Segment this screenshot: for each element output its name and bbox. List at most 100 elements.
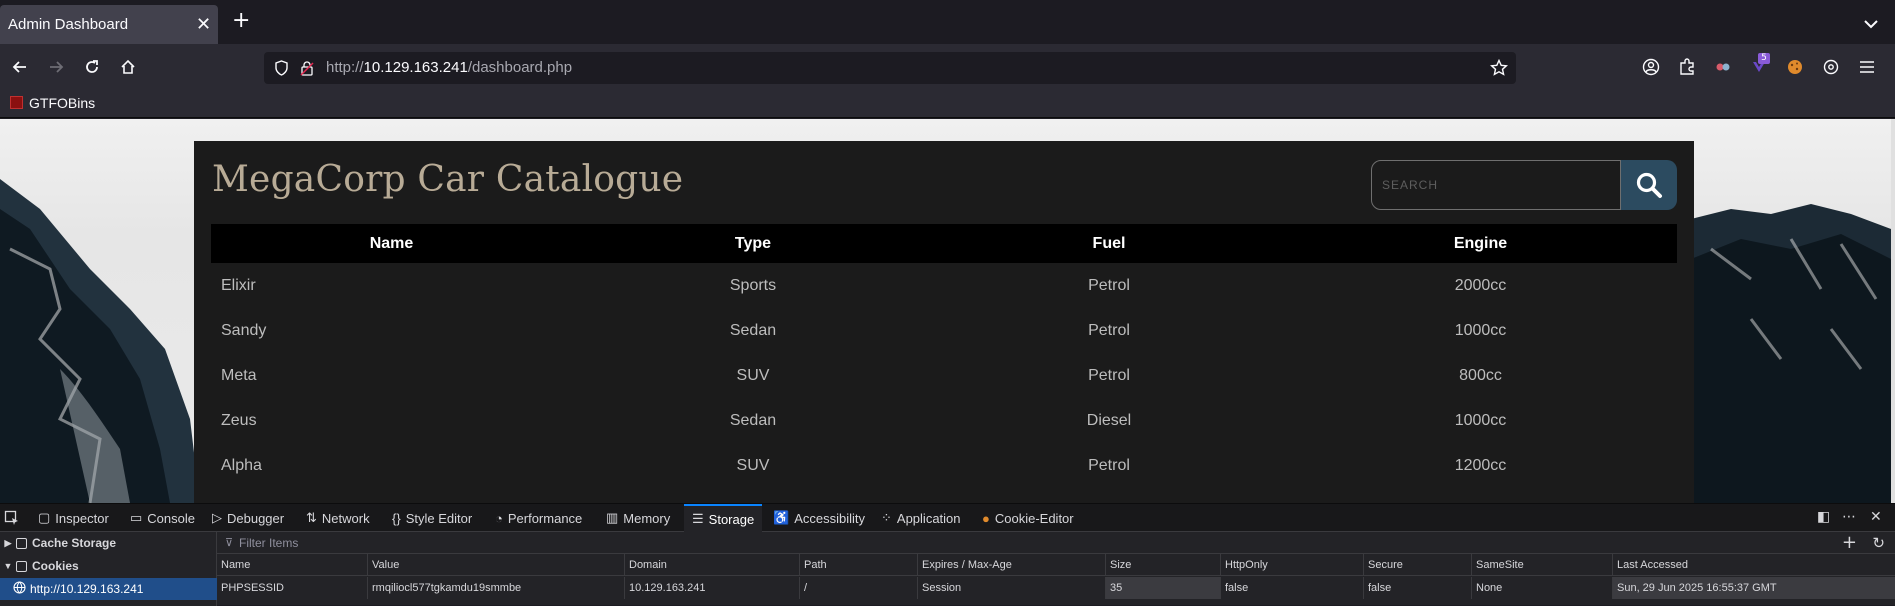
filter-input[interactable] xyxy=(225,534,825,552)
insecure-lock-icon[interactable] xyxy=(300,60,314,80)
tab-memory[interactable]: ▥ Memory xyxy=(606,504,670,532)
bookmark-gtfobins[interactable]: GTFOBins xyxy=(29,95,95,111)
gtfobins-favicon-icon xyxy=(10,96,23,109)
cookie-expires[interactable]: Session xyxy=(918,577,1106,599)
tab-storage-label: Storage xyxy=(708,511,755,527)
column-header-httponly[interactable]: HttpOnly xyxy=(1221,554,1364,576)
column-header-name[interactable]: Name xyxy=(217,554,368,576)
browser-tab[interactable]: Admin Dashboard ✕ xyxy=(0,5,218,47)
url-host: 10.129.163.241 xyxy=(363,59,468,76)
url-text[interactable]: http://10.129.163.241/dashboard.php xyxy=(326,59,572,76)
tab-cookie-editor[interactable]: ● Cookie-Editor xyxy=(982,504,1074,532)
table-header-row: Name Type Fuel Engine xyxy=(211,224,1677,263)
add-item-icon[interactable]: + xyxy=(1842,533,1857,553)
table-row: Zeus Sedan Diesel 1000cc xyxy=(211,398,1677,443)
cell-name: Sandy xyxy=(221,321,267,339)
cell-name: Zeus xyxy=(221,411,257,429)
devtools-toolbar: ▢ Inspector ▭ Console ▷ Debugger ⇅ Network {… xyxy=(0,504,1895,532)
cookie-name[interactable]: PHPSESSID xyxy=(217,577,368,599)
home-icon[interactable] xyxy=(117,56,139,78)
extensions-puzzle-icon[interactable] xyxy=(1676,56,1698,78)
devtools-menu-icon[interactable]: ⋯ xyxy=(1842,509,1856,525)
url-scheme: http:// xyxy=(326,59,364,76)
application-icon: ⁘ xyxy=(881,510,892,525)
search-input[interactable] xyxy=(1371,160,1621,210)
app-menu-hamburger-icon[interactable] xyxy=(1856,56,1878,78)
column-header-secure[interactable]: Secure xyxy=(1364,554,1472,576)
column-header-expires[interactable]: Expires / Max-Age xyxy=(918,554,1106,576)
bookmark-star-icon[interactable] xyxy=(1489,58,1509,81)
column-header-value[interactable]: Value xyxy=(368,554,625,576)
cell-fuel: Petrol xyxy=(1088,456,1130,474)
new-tab-icon[interactable]: + xyxy=(232,10,250,32)
mountain-background-left xyxy=(0,179,200,503)
tab-accessibility-label: Accessibility xyxy=(794,510,865,526)
cookie-samesite[interactable]: None xyxy=(1472,577,1613,599)
refresh-icon[interactable]: ↻ xyxy=(1872,534,1885,552)
performance-icon: ◔ xyxy=(495,510,503,526)
tree-item-cookies[interactable]: ▼ Cookies xyxy=(0,555,217,577)
tab-performance-label: Performance xyxy=(507,510,583,526)
column-header-samesite[interactable]: SameSite xyxy=(1472,554,1613,576)
reload-icon[interactable] xyxy=(81,56,103,78)
cell-engine: 1200cc xyxy=(1454,456,1507,474)
cookie-domain[interactable]: 10.129.163.241 xyxy=(625,577,800,599)
close-devtools-icon[interactable]: ✕ xyxy=(1870,509,1882,525)
extension-settings-icon[interactable] xyxy=(1820,56,1842,78)
dock-side-icon[interactable]: ◧ xyxy=(1817,509,1830,525)
tab-accessibility[interactable]: ♿ Accessibility xyxy=(773,504,865,532)
tab-strip: Admin Dashboard ✕ + xyxy=(0,0,1895,47)
column-header-path[interactable]: Path xyxy=(800,554,918,576)
tab-debugger-label: Debugger xyxy=(227,510,285,526)
cookie-path[interactable]: / xyxy=(800,577,918,599)
cell-engine: 800cc xyxy=(1459,366,1502,384)
tab-style-editor[interactable]: {} Style Editor xyxy=(392,504,472,532)
tree-item-cookie-host[interactable]: http://10.129.163.241 xyxy=(0,578,217,600)
foxyproxy-icon[interactable] xyxy=(1712,56,1734,78)
column-header-domain[interactable]: Domain xyxy=(625,554,800,576)
tab-console[interactable]: ▭ Console xyxy=(130,504,195,532)
tab-cookie-editor-label: Cookie-Editor xyxy=(994,510,1074,526)
forward-arrow-icon[interactable] xyxy=(45,56,67,78)
tree-item-cache-storage[interactable]: ▶ Cache Storage xyxy=(0,532,217,554)
back-arrow-icon[interactable] xyxy=(9,56,31,78)
tab-network[interactable]: ⇅ Network xyxy=(306,504,370,532)
cookie-row[interactable]: PHPSESSID rmqiliocl577tgkamdu19smmbe 10.… xyxy=(217,577,1895,599)
column-header-size[interactable]: Size xyxy=(1106,554,1221,576)
storage-sidebar: ▶ Cache Storage ▼ Cookies http://10.129.16… xyxy=(0,532,217,606)
search-button[interactable] xyxy=(1621,160,1677,210)
cell-name: Alpha xyxy=(221,456,262,474)
column-header-last-accessed[interactable]: Last Accessed xyxy=(1613,554,1895,576)
storage-icon xyxy=(16,537,27,549)
cell-type: Sports xyxy=(729,276,777,294)
tab-storage[interactable]: ☰ Storage xyxy=(684,504,763,532)
cookie-table-header: Name Value Domain Path Expires / Max-Age… xyxy=(217,554,1895,576)
tab-close-icon[interactable]: ✕ xyxy=(196,14,211,35)
tab-performance[interactable]: ◔ Performance xyxy=(495,504,582,532)
cell-fuel: Diesel xyxy=(1086,411,1132,429)
page-scrollbar[interactable] xyxy=(1891,119,1895,503)
tab-title: Admin Dashboard xyxy=(8,16,129,33)
cookie-editor-icon[interactable] xyxy=(1784,56,1806,78)
tab-list-chevron-icon[interactable] xyxy=(1863,14,1879,33)
table-row: Sandy Sedan Petrol 1000cc xyxy=(211,308,1677,353)
cookie-httponly[interactable]: false xyxy=(1221,577,1364,599)
cookie-secure[interactable]: false xyxy=(1364,577,1472,599)
cookie-last-accessed[interactable]: Sun, 29 Jun 2025 16:55:37 GMT xyxy=(1613,577,1895,599)
cookie-size[interactable]: 35 xyxy=(1106,577,1221,599)
inspector-icon: ▢ xyxy=(38,510,51,525)
storage-icon xyxy=(16,560,27,572)
tab-inspector[interactable]: ▢ Inspector xyxy=(38,504,109,532)
cell-name: Meta xyxy=(221,366,257,384)
element-picker-icon[interactable] xyxy=(4,504,20,532)
cookie-value[interactable]: rmqiliocl577tgkamdu19smmbe xyxy=(368,577,625,599)
tab-debugger[interactable]: ▷ Debugger xyxy=(212,504,284,532)
tab-application[interactable]: ⁘ Application xyxy=(881,504,961,532)
url-bar[interactable]: http://10.129.163.241/dashboard.php xyxy=(264,52,1516,84)
globe-icon xyxy=(0,581,30,597)
tracking-shield-icon[interactable] xyxy=(274,60,289,80)
cell-type: Sedan xyxy=(729,411,777,429)
column-header-engine: Engine xyxy=(1284,224,1677,263)
account-icon[interactable] xyxy=(1640,56,1662,78)
expand-arrow-icon: ▶ xyxy=(4,537,12,548)
